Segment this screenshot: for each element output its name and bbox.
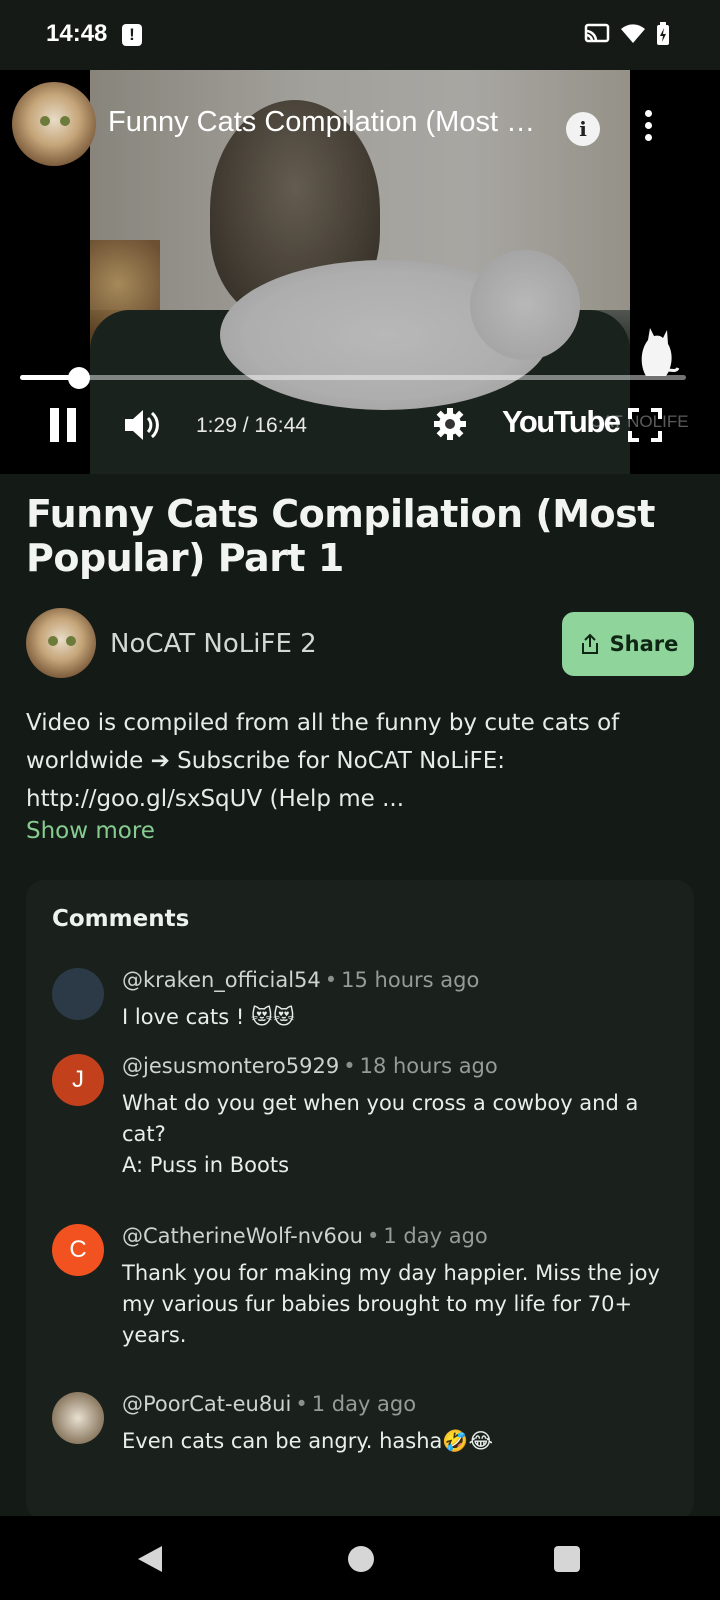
comment-age: 1 day ago — [383, 1224, 488, 1248]
back-icon[interactable] — [136, 1544, 164, 1574]
channel-name[interactable]: NoCAT NoLiFE 2 — [110, 629, 317, 659]
comment-avatar[interactable]: C — [52, 1224, 104, 1276]
comment-avatar[interactable] — [52, 968, 104, 1020]
comment-avatar[interactable]: J — [52, 1054, 104, 1106]
share-button[interactable]: Share — [562, 612, 694, 676]
volume-icon[interactable] — [122, 406, 162, 444]
fullscreen-icon[interactable] — [628, 408, 662, 442]
comment-avatar[interactable] — [52, 1392, 104, 1444]
pause-button[interactable] — [50, 408, 78, 442]
channel-row-avatar[interactable] — [26, 608, 96, 678]
settings-gear-icon[interactable] — [432, 406, 468, 442]
home-icon[interactable] — [348, 1546, 374, 1572]
comment-line: A: Puss in Boots — [122, 1153, 290, 1177]
battery-charging-icon — [657, 22, 669, 45]
status-bar: 14:48 ! — [0, 0, 720, 70]
comment-age: 18 hours ago — [359, 1054, 498, 1078]
comment-line: What do you get when you cross a cowboy … — [122, 1091, 639, 1146]
video-title: Funny Cats Compilation (Most Popular) Pa… — [26, 492, 655, 580]
comment-line: I love cats ! 😻😻 — [122, 1005, 295, 1029]
comment-age: 1 day ago — [311, 1392, 417, 1416]
video-player[interactable]: Funny Cats Compilation (Most Popular) Pa… — [0, 70, 720, 474]
cat-watermark-icon — [641, 328, 680, 376]
comment-line: Even cats can be angry. hasha🤣😂 — [122, 1429, 494, 1453]
info-button[interactable]: i — [566, 112, 600, 146]
system-nav-bar — [0, 1516, 720, 1600]
youtube-logo[interactable]: YouTube — [502, 404, 621, 440]
show-more-link[interactable]: Show more — [26, 818, 155, 844]
more-options-icon[interactable] — [640, 110, 656, 148]
cast-icon — [584, 23, 610, 43]
recents-icon[interactable] — [554, 1546, 580, 1572]
wifi-icon — [621, 24, 645, 43]
comments-section: Comments @kraken_official54 • 15 hours ago… — [26, 880, 694, 1520]
time-readout: 1:29 / 16:44 — [196, 414, 307, 437]
comments-heading: Comments — [52, 906, 190, 932]
comment-text: Thank you for making my day happier. Mis… — [122, 1258, 672, 1351]
comment-header: @CatherineWolf-nv6ou • 1 day ago — [122, 1224, 488, 1248]
player-title: Funny Cats Compilation (Most Popular) Pa… — [108, 106, 548, 138]
comment-header: @PoorCat-eu8ui • 1 day ago — [122, 1392, 417, 1416]
comment-line: Thank you for making my day happier. Mis… — [122, 1261, 660, 1347]
share-label: Share — [609, 632, 679, 656]
comment-text: I love cats ! 😻😻 — [122, 1002, 672, 1033]
channel-avatar[interactable] — [12, 82, 96, 166]
comment-header: @kraken_official54 • 15 hours ago — [122, 968, 480, 992]
status-time: 14:48 — [46, 20, 108, 47]
comment-age: 15 hours ago — [341, 968, 480, 992]
notification-alert-icon: ! — [122, 24, 142, 46]
status-icons — [584, 22, 670, 46]
comment-header: @jesusmontero5929 • 18 hours ago — [122, 1054, 498, 1078]
progress-bar[interactable] — [20, 367, 686, 389]
comment-author[interactable]: @PoorCat-eu8ui — [122, 1392, 291, 1416]
share-icon — [581, 633, 598, 654]
comment-text: What do you get when you cross a cowboy … — [122, 1088, 672, 1181]
comment-author[interactable]: @jesusmontero5929 — [122, 1054, 339, 1078]
comment-text: Even cats can be angry. hasha🤣😂 — [122, 1426, 672, 1457]
comment-author[interactable]: @CatherineWolf-nv6ou — [122, 1224, 363, 1248]
comment-author[interactable]: @kraken_official54 — [122, 968, 321, 992]
video-description: Video is compiled from all the funny by … — [26, 710, 620, 812]
